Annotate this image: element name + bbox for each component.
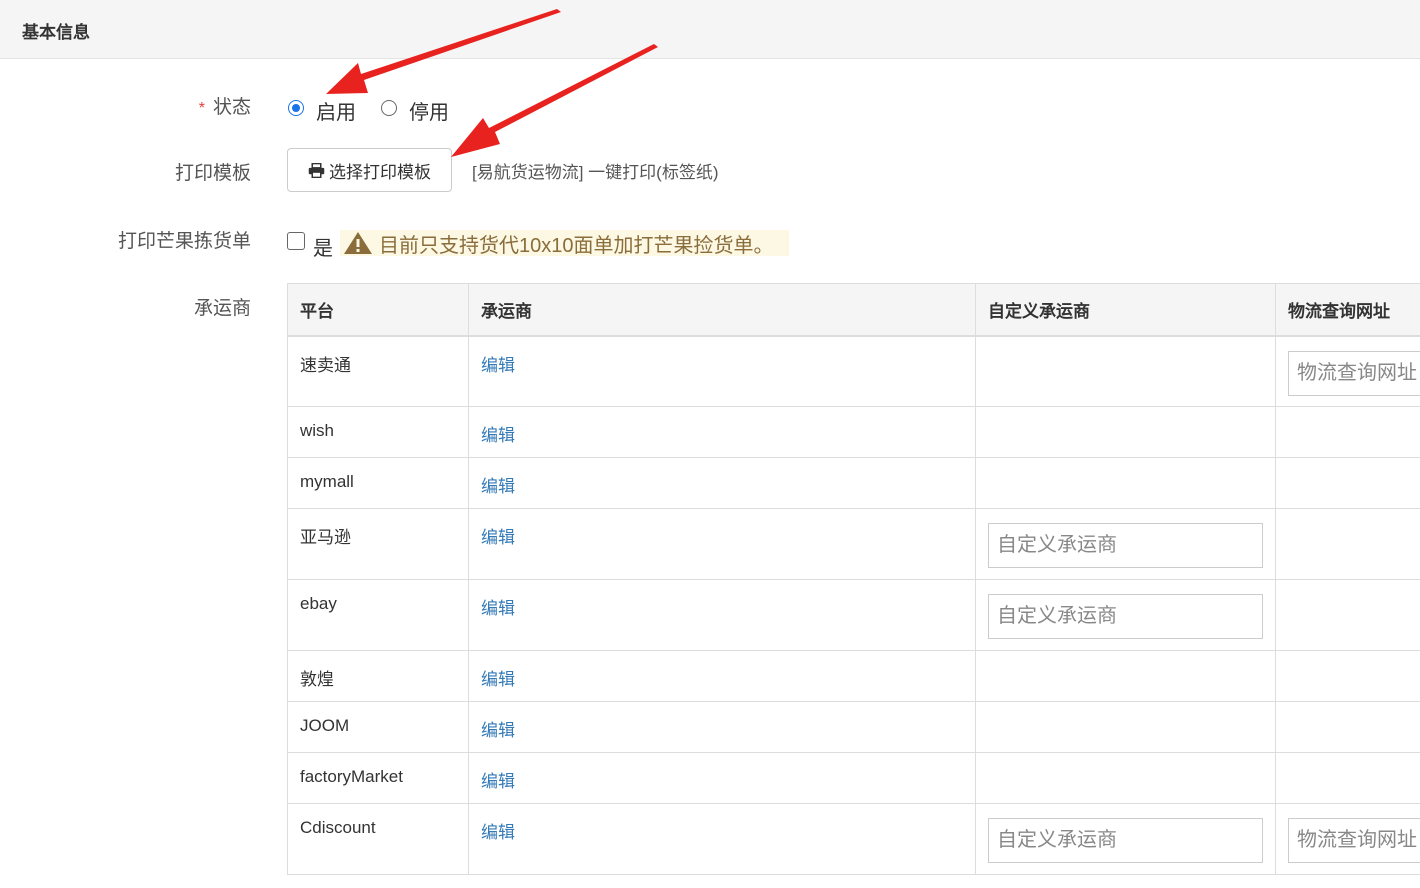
table-row: 亚马逊 编辑 <box>287 508 1420 580</box>
custom-carrier-cell <box>975 457 1276 509</box>
edit-carrier-link[interactable]: 编辑 <box>481 823 515 842</box>
status-enabled-radio[interactable] <box>288 100 304 116</box>
table-row: ebay 编辑 <box>287 579 1420 651</box>
carrier-cell: 编辑 <box>468 701 976 753</box>
edit-carrier-link[interactable]: 编辑 <box>481 356 515 375</box>
custom-carrier-cell <box>975 335 1276 407</box>
edit-carrier-link[interactable]: 编辑 <box>481 426 515 445</box>
platform-cell: 速卖通 <box>287 335 469 407</box>
tracking-url-cell <box>1275 335 1420 407</box>
table-row: Cdiscount 编辑 <box>287 803 1420 875</box>
carrier-cell: 编辑 <box>468 803 976 875</box>
mango-picklist-checkbox[interactable] <box>287 232 305 250</box>
platform-cell: wish <box>287 406 469 458</box>
table-row: JOOM 编辑 <box>287 701 1420 753</box>
platform-cell: factoryMarket <box>287 752 469 804</box>
column-header-platform: 平台 <box>287 283 469 337</box>
status-disabled-label[interactable]: 停用 <box>409 96 449 125</box>
custom-carrier-input[interactable] <box>988 594 1263 639</box>
status-enabled-label[interactable]: 启用 <box>316 96 356 125</box>
edit-carrier-link[interactable]: 编辑 <box>481 670 515 689</box>
carrier-cell: 编辑 <box>468 579 976 651</box>
print-template-label: 打印模板 <box>174 163 251 184</box>
custom-carrier-input[interactable] <box>988 523 1263 568</box>
tracking-url-cell <box>1275 701 1420 753</box>
carrier-cell: 编辑 <box>468 508 976 580</box>
status-disabled-radio[interactable] <box>381 100 397 116</box>
section-header: 基本信息 <box>0 0 1420 59</box>
carrier-cell: 编辑 <box>468 650 976 702</box>
carrier-label: 承运商 <box>193 298 251 319</box>
carrier-cell: 编辑 <box>468 752 976 804</box>
edit-carrier-link[interactable]: 编辑 <box>481 721 515 740</box>
tracking-url-input[interactable] <box>1288 350 1420 396</box>
table-row: wish 编辑 <box>287 406 1420 458</box>
table-header-row: 平台 承运商 自定义承运商 物流查询网址 <box>287 283 1420 337</box>
table-row: mymall 编辑 <box>287 457 1420 509</box>
mango-picklist-label: 打印芒果拣货单 <box>117 231 251 252</box>
platform-cell: mymall <box>287 457 469 509</box>
platform-cell: ebay <box>287 579 469 651</box>
platform-cell: 亚马逊 <box>287 508 469 580</box>
platform-cell: 敦煌 <box>287 650 469 702</box>
custom-carrier-cell <box>975 752 1276 804</box>
edit-carrier-link[interactable]: 编辑 <box>481 528 515 547</box>
custom-carrier-cell <box>975 508 1276 580</box>
table-row: factoryMarket 编辑 <box>287 752 1420 804</box>
carrier-cell: 编辑 <box>468 335 976 407</box>
tracking-url-cell <box>1275 803 1420 875</box>
tracking-url-cell <box>1275 579 1420 651</box>
custom-carrier-cell <box>975 579 1276 651</box>
edit-carrier-link[interactable]: 编辑 <box>481 477 515 496</box>
mango-picklist-checkbox-label[interactable]: 是 <box>313 232 333 261</box>
carrier-table: 平台 承运商 自定义承运商 物流查询网址 速卖通编辑wish编辑mymall编辑… <box>287 283 1420 875</box>
table-row: 速卖通 编辑 <box>287 335 1420 407</box>
selected-template-name: [易航货运物流] 一键打印(标签纸) <box>472 163 719 182</box>
custom-carrier-input[interactable] <box>988 818 1263 863</box>
platform-cell: JOOM <box>287 701 469 753</box>
custom-carrier-cell <box>975 650 1276 702</box>
print-icon <box>308 162 325 178</box>
carrier-table-body: 速卖通编辑wish编辑mymall编辑亚马逊编辑ebay编辑敦煌编辑JOOM编辑… <box>287 335 1420 875</box>
annotation-arrow-template <box>451 44 658 157</box>
warning-icon <box>344 232 372 254</box>
carrier-cell: 编辑 <box>468 457 976 509</box>
column-header-custom-carrier: 自定义承运商 <box>975 283 1276 337</box>
edit-carrier-link[interactable]: 编辑 <box>481 772 515 791</box>
warning-text: 目前只支持货代10x10面单加打芒果捡货单。 <box>379 234 774 257</box>
column-header-tracking-url: 物流查询网址 <box>1275 283 1420 337</box>
section-title: 基本信息 <box>22 23 90 42</box>
required-mark: * <box>198 100 205 117</box>
platform-cell: Cdiscount <box>287 803 469 875</box>
carrier-cell: 编辑 <box>468 406 976 458</box>
column-header-carrier: 承运商 <box>468 283 976 337</box>
table-row: 敦煌 编辑 <box>287 650 1420 702</box>
edit-carrier-link[interactable]: 编辑 <box>481 599 515 618</box>
tracking-url-cell <box>1275 406 1420 458</box>
custom-carrier-cell <box>975 803 1276 875</box>
select-print-template-button[interactable]: 选择打印模板 <box>287 148 452 192</box>
tracking-url-cell <box>1275 752 1420 804</box>
custom-carrier-cell <box>975 406 1276 458</box>
custom-carrier-cell <box>975 701 1276 753</box>
tracking-url-cell <box>1275 508 1420 580</box>
status-label: * 状态 <box>198 97 251 118</box>
warning-box: 目前只支持货代10x10面单加打芒果捡货单。 <box>340 230 789 257</box>
tracking-url-input[interactable] <box>1288 818 1420 863</box>
tracking-url-cell <box>1275 457 1420 509</box>
tracking-url-cell <box>1275 650 1420 702</box>
